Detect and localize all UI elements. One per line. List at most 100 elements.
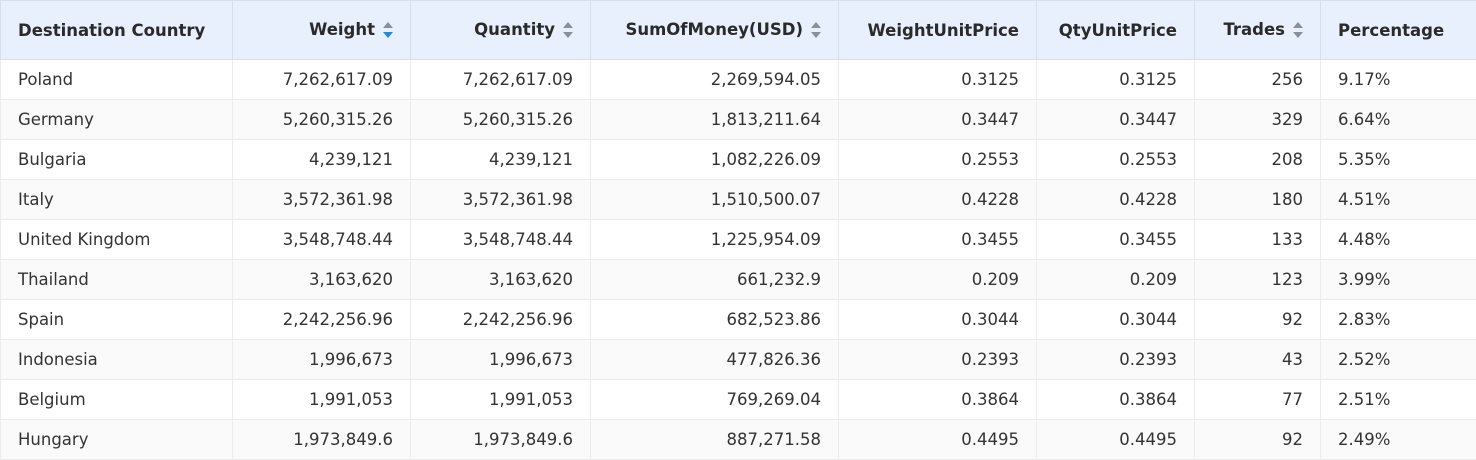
column-header-percentage: Percentage	[1320, 0, 1476, 60]
trade-data-table: Destination Country Weight Quantity SumO…	[0, 0, 1476, 460]
cell-percentage: 9.17%	[1320, 59, 1476, 100]
cell-trades: 329	[1194, 99, 1321, 140]
cell-destination-country: Bulgaria	[0, 139, 233, 180]
cell-sum-of-money: 1,813,211.64	[590, 99, 839, 140]
table-row: Thailand 3,163,620 3,163,620 661,232.9 0.209…	[0, 259, 1476, 300]
sort-descending-icon	[383, 31, 393, 38]
column-header-quantity[interactable]: Quantity	[410, 0, 591, 60]
cell-weight-unit-price: 0.4495	[838, 419, 1037, 460]
cell-quantity: 3,548,748.44	[410, 219, 591, 260]
cell-weight: 3,163,620	[232, 259, 411, 300]
cell-trades: 133	[1194, 219, 1321, 260]
cell-quantity: 3,163,620	[410, 259, 591, 300]
column-header-weight-unit-price: WeightUnitPrice	[838, 0, 1037, 60]
cell-weight-unit-price: 0.209	[838, 259, 1037, 300]
cell-sum-of-money: 887,271.58	[590, 419, 839, 460]
column-header-label: Quantity	[474, 20, 555, 40]
cell-destination-country: Thailand	[0, 259, 233, 300]
cell-destination-country: Belgium	[0, 379, 233, 420]
cell-weight-unit-price: 0.2553	[838, 139, 1037, 180]
column-header-label: Percentage	[1338, 20, 1445, 40]
cell-weight-unit-price: 0.4228	[838, 179, 1037, 220]
sort-icon[interactable]	[1293, 21, 1303, 39]
column-header-qty-unit-price: QtyUnitPrice	[1036, 0, 1195, 60]
table-body: Poland 7,262,617.09 7,262,617.09 2,269,594.…	[0, 59, 1476, 460]
cell-trades: 180	[1194, 179, 1321, 220]
cell-qty-unit-price: 0.209	[1036, 259, 1195, 300]
cell-destination-country: Hungary	[0, 419, 233, 460]
cell-destination-country: Poland	[0, 59, 233, 100]
table-row: Spain 2,242,256.96 2,242,256.96 682,523.86 0…	[0, 299, 1476, 340]
cell-weight: 7,262,617.09	[232, 59, 411, 100]
cell-trades: 92	[1194, 419, 1321, 460]
cell-sum-of-money: 477,826.36	[590, 339, 839, 380]
sort-icon[interactable]	[811, 21, 821, 39]
cell-trades: 43	[1194, 339, 1321, 380]
cell-qty-unit-price: 0.3447	[1036, 99, 1195, 140]
cell-qty-unit-price: 0.2553	[1036, 139, 1195, 180]
cell-percentage: 5.35%	[1320, 139, 1476, 180]
cell-weight: 2,242,256.96	[232, 299, 411, 340]
sort-ascending-icon	[383, 21, 393, 28]
cell-percentage: 2.51%	[1320, 379, 1476, 420]
cell-percentage: 4.48%	[1320, 219, 1476, 260]
sort-icon[interactable]	[383, 21, 393, 39]
cell-quantity: 1,991,053	[410, 379, 591, 420]
cell-trades: 77	[1194, 379, 1321, 420]
cell-weight: 3,572,361.98	[232, 179, 411, 220]
cell-qty-unit-price: 0.3044	[1036, 299, 1195, 340]
table-header: Destination Country Weight Quantity SumO…	[0, 0, 1476, 60]
cell-weight: 3,548,748.44	[232, 219, 411, 260]
cell-quantity: 2,242,256.96	[410, 299, 591, 340]
sort-descending-icon	[563, 31, 573, 38]
cell-trades: 256	[1194, 59, 1321, 100]
sort-descending-icon	[1293, 31, 1303, 38]
column-header-label: Destination Country	[18, 20, 206, 40]
cell-sum-of-money: 661,232.9	[590, 259, 839, 300]
cell-quantity: 4,239,121	[410, 139, 591, 180]
cell-sum-of-money: 1,225,954.09	[590, 219, 839, 260]
cell-percentage: 2.83%	[1320, 299, 1476, 340]
cell-qty-unit-price: 0.3455	[1036, 219, 1195, 260]
cell-trades: 208	[1194, 139, 1321, 180]
cell-weight: 1,996,673	[232, 339, 411, 380]
cell-destination-country: Indonesia	[0, 339, 233, 380]
cell-qty-unit-price: 0.3864	[1036, 379, 1195, 420]
cell-weight-unit-price: 0.3125	[838, 59, 1037, 100]
cell-qty-unit-price: 0.4228	[1036, 179, 1195, 220]
cell-weight: 1,973,849.6	[232, 419, 411, 460]
column-header-destination-country: Destination Country	[0, 0, 233, 60]
cell-destination-country: United Kingdom	[0, 219, 233, 260]
column-header-trades[interactable]: Trades	[1194, 0, 1321, 60]
table-row: Bulgaria 4,239,121 4,239,121 1,082,226.09 0.…	[0, 139, 1476, 180]
sort-descending-icon	[811, 31, 821, 38]
cell-quantity: 1,996,673	[410, 339, 591, 380]
cell-quantity: 5,260,315.26	[410, 99, 591, 140]
table-row: Italy 3,572,361.98 3,572,361.98 1,510,500.0…	[0, 179, 1476, 220]
cell-qty-unit-price: 0.4495	[1036, 419, 1195, 460]
table-row: United Kingdom 3,548,748.44 3,548,748.44 1,…	[0, 219, 1476, 260]
cell-weight: 4,239,121	[232, 139, 411, 180]
cell-weight-unit-price: 0.3864	[838, 379, 1037, 420]
cell-percentage: 2.49%	[1320, 419, 1476, 460]
cell-percentage: 6.64%	[1320, 99, 1476, 140]
cell-destination-country: Spain	[0, 299, 233, 340]
cell-sum-of-money: 1,510,500.07	[590, 179, 839, 220]
column-header-label: QtyUnitPrice	[1058, 20, 1177, 40]
sort-ascending-icon	[811, 21, 821, 28]
column-header-sum-of-money[interactable]: SumOfMoney(USD)	[590, 0, 839, 60]
cell-qty-unit-price: 0.3125	[1036, 59, 1195, 100]
cell-weight-unit-price: 0.3455	[838, 219, 1037, 260]
sort-icon[interactable]	[563, 21, 573, 39]
cell-qty-unit-price: 0.2393	[1036, 339, 1195, 380]
cell-percentage: 2.52%	[1320, 339, 1476, 380]
sort-ascending-icon	[563, 21, 573, 28]
column-header-label: Trades	[1223, 20, 1285, 40]
column-header-label: Weight	[309, 20, 375, 40]
column-header-weight[interactable]: Weight	[232, 0, 411, 60]
cell-quantity: 1,973,849.6	[410, 419, 591, 460]
cell-percentage: 3.99%	[1320, 259, 1476, 300]
cell-weight: 5,260,315.26	[232, 99, 411, 140]
cell-sum-of-money: 2,269,594.05	[590, 59, 839, 100]
cell-quantity: 3,572,361.98	[410, 179, 591, 220]
